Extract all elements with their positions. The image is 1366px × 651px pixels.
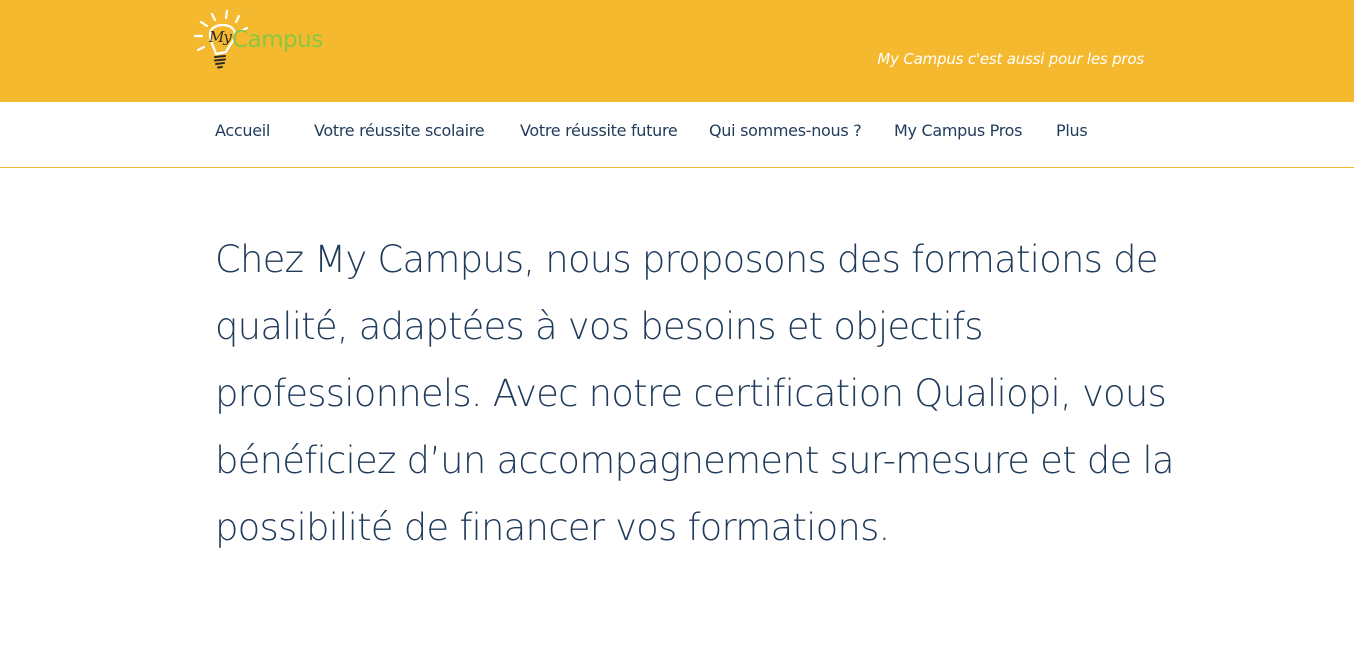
nav-item-plus[interactable]: Plus (1056, 121, 1088, 140)
main-navigation: Accueil Votre réussite scolaire Votre ré… (0, 102, 1354, 168)
intro-paragraph: Chez My Campus, nous proposons des forma… (215, 238, 1175, 549)
my-campus-logo[interactable]: My Campus (192, 8, 332, 72)
nav-item-my-campus-pros[interactable]: My Campus Pros (894, 121, 1022, 140)
nav-item-accueil[interactable]: Accueil (215, 121, 270, 140)
nav-item-qui-sommes-nous[interactable]: Qui sommes-nous ? (709, 121, 862, 140)
nav-item-reussite-scolaire[interactable]: Votre réussite scolaire (314, 121, 485, 140)
logo-my-text: My (209, 28, 232, 46)
page-scrollbar[interactable] (1354, 0, 1366, 651)
site-header: My Campus My Campus c'est aussi pour les… (0, 0, 1354, 102)
pros-link[interactable]: My Campus c'est aussi pour les pros (877, 50, 1144, 68)
nav-item-reussite-future[interactable]: Votre réussite future (520, 121, 678, 140)
logo-campus-text: Campus (232, 27, 323, 53)
